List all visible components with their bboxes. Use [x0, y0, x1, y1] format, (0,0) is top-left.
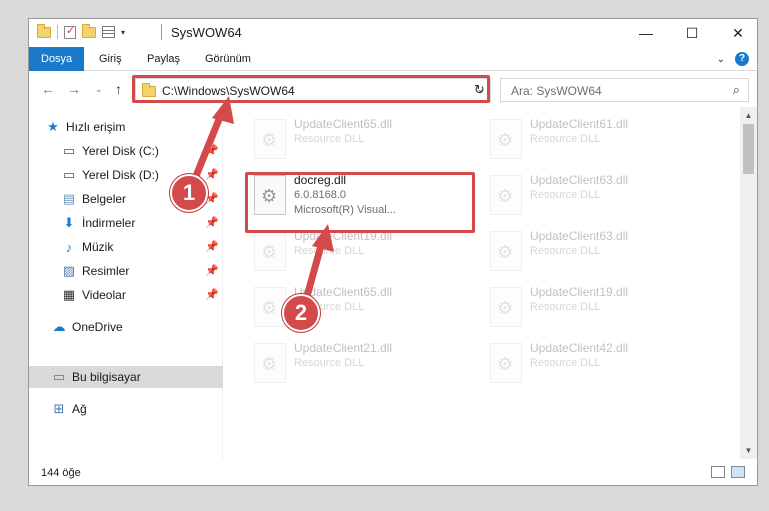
arrow-2 — [302, 224, 334, 304]
step-badge-2: 2 — [282, 294, 320, 332]
annotation-arrows — [192, 96, 334, 304]
arrow-1 — [192, 96, 234, 180]
step-badge-1: 1 — [170, 174, 208, 212]
